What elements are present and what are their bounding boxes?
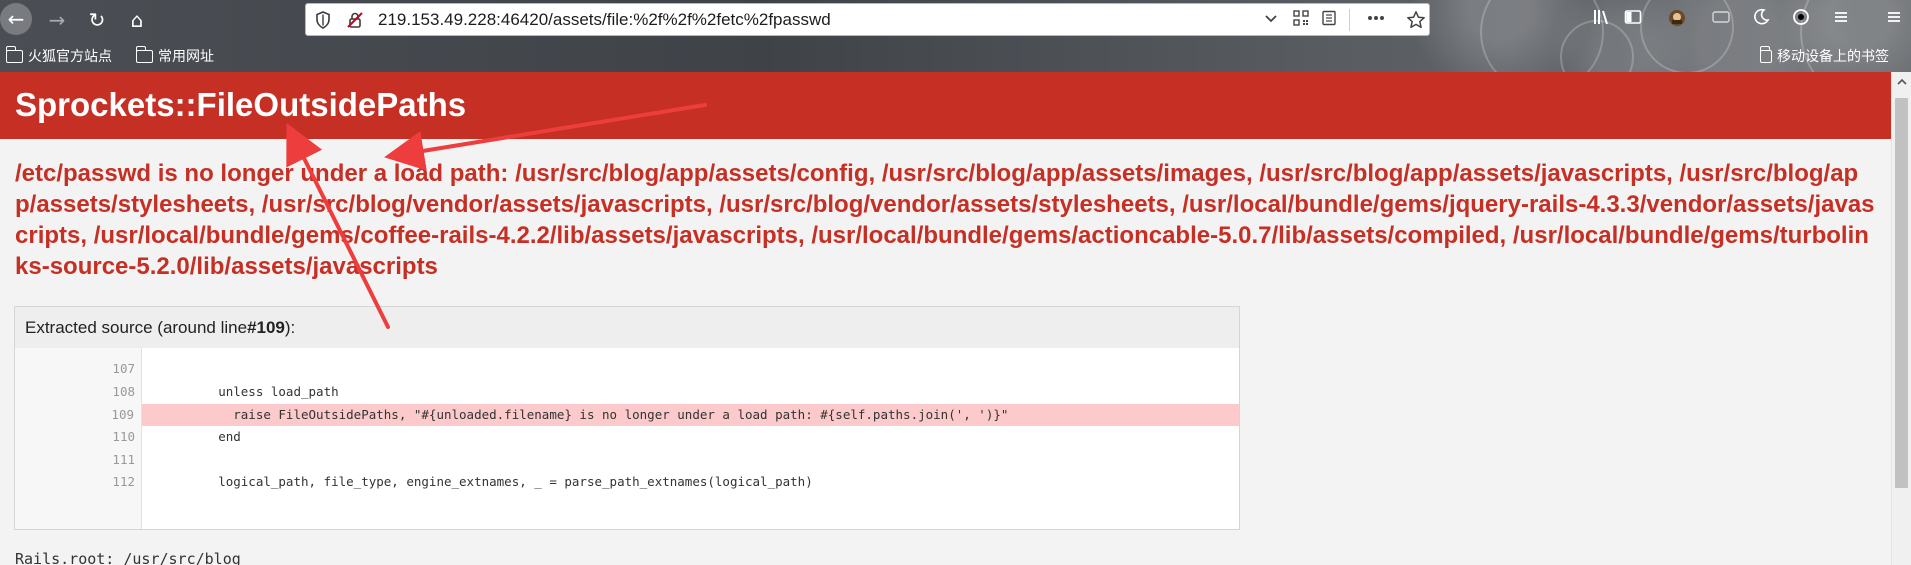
error-message: /etc/passwd is no longer under a load pa…	[15, 160, 1875, 280]
sidebar-icon[interactable]	[1622, 8, 1644, 30]
line-number: 109	[15, 404, 142, 426]
url-bar-separator	[1349, 9, 1350, 31]
folder-icon	[135, 45, 153, 63]
scroll-up-icon[interactable]	[1896, 76, 1908, 88]
back-arrow-icon: ←	[7, 7, 25, 31]
night-mode-icon[interactable]	[1750, 8, 1772, 30]
extension-icon[interactable]	[1710, 8, 1732, 30]
code-line: 110 end	[15, 426, 1239, 448]
shield-icon[interactable]	[314, 11, 332, 29]
browser-toolbar: ← → ↻ ⌂ 219.153.49.228:46420/assets/file…	[0, 0, 1911, 72]
error-header: Sprockets::FileOutsidePaths	[0, 72, 1891, 139]
line-number: 107	[112, 361, 135, 376]
line-code: end	[158, 429, 241, 444]
bookmark-label: 火狐官方站点	[28, 49, 112, 65]
account-icon[interactable]	[1790, 8, 1812, 30]
source-header-suffix: ):	[284, 317, 296, 337]
chevron-down-icon[interactable]	[1261, 10, 1281, 30]
home-button[interactable]: ⌂	[124, 7, 150, 33]
bookmark-label: 常用网址	[158, 49, 214, 65]
home-icon: ⌂	[130, 8, 144, 32]
insecure-lock-icon[interactable]	[346, 11, 364, 29]
code-line: 111	[15, 449, 1239, 471]
line-code: raise FileOutsidePaths, "#{unloaded.file…	[158, 407, 1009, 422]
code-line-highlighted: 109 raise FileOutsidePaths, "#{unloaded.…	[15, 404, 1239, 426]
folder-icon	[1759, 45, 1772, 63]
line-number: 111	[112, 452, 135, 467]
reload-icon: ↻	[88, 8, 106, 32]
folder-icon	[5, 45, 23, 63]
page-title: Sprockets::FileOutsidePaths	[15, 86, 467, 123]
reload-button[interactable]: ↻	[84, 7, 110, 33]
more-icon[interactable]	[1366, 10, 1386, 30]
line-number: 108	[112, 384, 135, 399]
forward-arrow-icon: →	[48, 8, 66, 32]
forward-button[interactable]: →	[44, 7, 70, 33]
source-code: 107 108 unless load_path 109 raise FileO…	[15, 348, 1239, 529]
back-button[interactable]: ←	[0, 3, 32, 35]
line-code: logical_path, file_type, engine_extnames…	[158, 474, 813, 489]
code-line: 107	[15, 358, 1239, 380]
line-code: unless load_path	[158, 384, 339, 399]
overflow-menu-icon[interactable]	[1830, 8, 1852, 30]
scrollbar-thumb[interactable]	[1895, 98, 1908, 488]
url-text[interactable]: 219.153.49.228:46420/assets/file:%2f%2f%…	[378, 10, 831, 30]
app-menu-icon[interactable]	[1883, 8, 1905, 30]
reader-view-icon[interactable]	[1319, 10, 1339, 30]
rails-root: Rails.root: /usr/src/blog	[15, 550, 241, 565]
source-header: Extracted source (around line #109):	[15, 307, 1239, 348]
extension-avatar-icon[interactable]	[1666, 8, 1688, 30]
qr-code-icon[interactable]	[1291, 10, 1311, 30]
bookmarks-toolbar: 火狐官方站点 常用网址 移动设备上的书签	[0, 44, 1911, 70]
code-line: 112 logical_path, file_type, engine_extn…	[15, 471, 1239, 493]
extracted-source: Extracted source (around line #109): 107…	[14, 306, 1240, 530]
vertical-scrollbar[interactable]	[1891, 72, 1911, 565]
url-bar[interactable]: 219.153.49.228:46420/assets/file:%2f%2f%…	[305, 3, 1430, 36]
error-page: Sprockets::FileOutsidePaths /etc/passwd …	[0, 72, 1891, 565]
bookmark-folder-common-sites[interactable]: 常用网址	[135, 45, 214, 66]
line-number: 110	[112, 429, 135, 444]
code-line: 108 unless load_path	[15, 381, 1239, 403]
line-number: 112	[112, 474, 135, 489]
mobile-bookmarks-label: 移动设备上的书签	[1777, 49, 1889, 65]
library-icon[interactable]	[1590, 8, 1612, 30]
bookmark-star-icon[interactable]	[1406, 10, 1426, 30]
source-header-line: #109	[247, 317, 285, 337]
source-header-prefix: Extracted source (around line	[25, 317, 248, 337]
bookmark-folder-firefox-official[interactable]: 火狐官方站点	[5, 45, 112, 66]
mobile-bookmarks[interactable]: 移动设备上的书签	[1759, 45, 1889, 66]
